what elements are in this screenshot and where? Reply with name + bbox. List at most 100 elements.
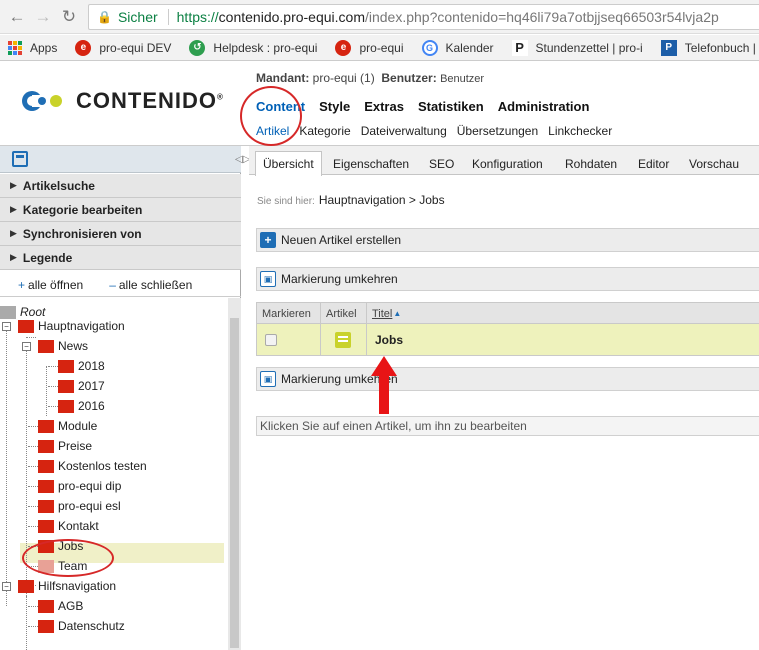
col-titel-sort[interactable]: Titel ▲ <box>367 303 759 324</box>
back-icon[interactable]: ← <box>6 6 28 28</box>
bookmark-pro-equi-dev[interactable]: e pro-equi DEV <box>75 39 171 56</box>
bookmark-apps[interactable]: Apps <box>8 40 58 55</box>
bookmark-stundenzettel[interactable]: P Stundenzettel | pro-i <box>511 39 643 56</box>
tree-node-pro-equi-esl[interactable]: pro-equi esl <box>38 496 121 516</box>
tree-node-preise[interactable]: Preise <box>38 436 92 456</box>
tree-node-2017[interactable]: 2017 <box>58 376 105 396</box>
accordion-legende[interactable]: ▶ Legende <box>0 246 241 270</box>
bookmark-label: Apps <box>30 40 58 55</box>
bookmark-pro-equi[interactable]: e pro-equi <box>335 39 404 56</box>
folder-icon <box>38 519 54 533</box>
accordion-synchronisieren[interactable]: ▶ Synchronisieren von <box>0 222 241 246</box>
tab-eigenschaften[interactable]: Eigenschaften <box>325 151 417 175</box>
invert-marking-button-bottom[interactable]: ▣ Markierung umkehren <box>256 367 759 391</box>
tree-controls: + alle öffnen – alle schließen <box>0 273 241 297</box>
tab-vorschau[interactable]: Vorschau <box>681 151 747 175</box>
tab-uebersicht[interactable]: Übersicht <box>255 151 322 176</box>
sub-nav-uebersetzungen[interactable]: Übersetzungen <box>457 124 538 138</box>
hint-bar: Klicken Sie auf einen Artikel, um ihn zu… <box>256 416 759 436</box>
browser-toolbar: ← → ↻ 🔒 Sicher https://contenido.pro-equ… <box>0 0 759 34</box>
accordion-label: Synchronisieren von <box>22 226 142 241</box>
collapse-pane-icon[interactable]: ◁▷ <box>235 154 250 166</box>
invert-marking-button[interactable]: ▣ Markierung umkehren <box>256 267 759 291</box>
folder-icon <box>58 379 74 393</box>
tree-node-datenschutz[interactable]: Datenschutz <box>38 616 125 636</box>
tab-seo[interactable]: SEO <box>421 151 462 175</box>
collapse-toggle-icon[interactable]: − <box>2 322 11 331</box>
p-icon: P <box>660 39 677 56</box>
collapse-toggle-icon[interactable]: − <box>22 342 31 351</box>
window-icon[interactable] <box>12 151 28 167</box>
row-checkbox[interactable] <box>265 333 277 346</box>
new-article-button[interactable]: + Neuen Artikel erstellen <box>256 228 759 252</box>
collapse-toggle-icon[interactable]: − <box>2 582 11 591</box>
accordion-label: Kategorie bearbeiten <box>22 202 143 217</box>
tree-node-agb[interactable]: AGB <box>38 596 83 616</box>
col-markieren: Markieren <box>257 303 321 324</box>
invert-marking-label: Markierung umkehren <box>281 272 398 286</box>
forward-icon[interactable]: → <box>32 6 54 28</box>
tree-node-label: Hilfsnavigation <box>38 579 117 593</box>
cell-title[interactable]: Jobs <box>367 324 759 355</box>
tree-node-news[interactable]: News <box>38 336 88 356</box>
sub-nav-linkchecker[interactable]: Linkchecker <box>548 124 612 138</box>
collapse-all-link[interactable]: – alle schließen <box>109 278 192 292</box>
app-header: CONTENIDO® Mandant: pro-equi (1) Benutze… <box>0 62 759 146</box>
breadcrumb-path[interactable]: Hauptnavigation > Jobs <box>319 193 445 207</box>
hint-text: Klicken Sie auf einen Artikel, um ihn zu… <box>260 419 527 433</box>
tree-node-2018[interactable]: 2018 <box>58 356 105 376</box>
tree-scrollbar-thumb[interactable] <box>230 318 239 648</box>
url-path: /index.php?contenido=hq46li79a7otbjjseq6… <box>364 9 719 25</box>
p-icon: P <box>511 39 528 56</box>
client-user-line: Mandant: pro-equi (1) Benutzer: Benutzer <box>256 71 485 85</box>
folder-icon <box>58 359 74 373</box>
tree-node-kontakt[interactable]: Kontakt <box>38 516 99 536</box>
sub-nav-dateiverwaltung[interactable]: Dateiverwaltung <box>361 124 447 138</box>
left-pane: ▶ Artikelsuche ▶ Kategorie bearbeiten ▶ Syn… <box>0 146 241 650</box>
main-nav-style[interactable]: Style <box>319 99 350 114</box>
tree-node-label: pro-equi esl <box>58 499 121 513</box>
tree-node-module[interactable]: Module <box>38 416 97 436</box>
sub-nav-kategorie[interactable]: Kategorie <box>299 124 350 138</box>
address-bar[interactable]: 🔒 Sicher https://contenido.pro-equi.com /… <box>88 4 759 30</box>
invert-selection-icon: ▣ <box>260 371 276 387</box>
article-icon[interactable] <box>335 331 351 348</box>
accordion-kategorie-bearbeiten[interactable]: ▶ Kategorie bearbeiten <box>0 198 241 222</box>
pro-equi-icon: e <box>335 39 352 56</box>
tab-rohdaten[interactable]: Rohdaten <box>557 151 625 175</box>
bookmark-helpdesk[interactable]: ↺ Helpdesk : pro-equi <box>189 39 317 56</box>
tree-node-label: Hauptnavigation <box>38 319 125 333</box>
apps-grid-icon <box>8 40 22 55</box>
bookmark-telefonbuch[interactable]: P Telefonbuch | <box>660 39 756 56</box>
bookmark-label: pro-equi <box>359 40 404 55</box>
tree-node-pro-equi-dip[interactable]: pro-equi dip <box>38 476 121 496</box>
url-scheme: https:// <box>176 9 219 25</box>
tree-node-2016[interactable]: 2016 <box>58 396 105 416</box>
triangle-right-icon: ▶ <box>10 228 17 238</box>
reload-icon[interactable]: ↻ <box>58 6 80 28</box>
tab-editor[interactable]: Editor <box>630 151 677 175</box>
plus-icon: + <box>18 277 26 292</box>
tab-konfiguration[interactable]: Konfiguration <box>464 151 551 175</box>
expand-all-link[interactable]: + alle öffnen <box>18 278 83 292</box>
contenido-logo[interactable]: CONTENIDO® <box>18 86 224 116</box>
pro-equi-icon: e <box>75 39 92 56</box>
breadcrumb-label: Sie sind hier: <box>257 196 315 207</box>
user-value: Benutzer <box>440 73 485 85</box>
secure-label: Sicher <box>117 9 158 25</box>
accordion-label: Legende <box>22 250 73 265</box>
main-nav-administration[interactable]: Administration <box>498 99 590 114</box>
annotation-circle-jobs <box>22 539 114 577</box>
tree-node-label: 2017 <box>78 379 105 393</box>
cell-artikel <box>321 324 367 355</box>
main-nav-statistiken[interactable]: Statistiken <box>418 99 484 114</box>
bookmark-kalender[interactable]: G Kalender <box>421 39 494 56</box>
accordion-artikelsuche[interactable]: ▶ Artikelsuche <box>0 174 241 198</box>
cell-markieren <box>257 324 321 355</box>
tree-node-hilfsnavigation[interactable]: Hilfsnavigation <box>18 576 116 596</box>
tree-node-kostenlos-testen[interactable]: Kostenlos testen <box>38 456 147 476</box>
table-row[interactable]: Jobs <box>256 324 759 356</box>
main-nav-extras[interactable]: Extras <box>364 99 404 114</box>
tree-node-hauptnavigation[interactable]: Hauptnavigation <box>18 316 125 336</box>
folder-icon <box>38 339 54 353</box>
